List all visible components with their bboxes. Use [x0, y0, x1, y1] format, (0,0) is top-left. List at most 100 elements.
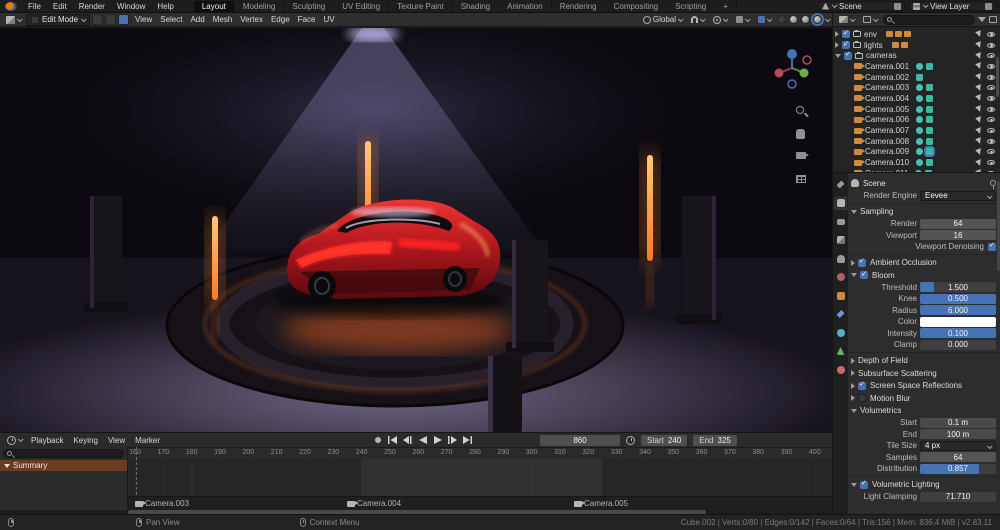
- prev-keyframe-button[interactable]: [402, 435, 413, 446]
- selectable-toggle-icon[interactable]: [975, 115, 983, 124]
- current-frame-field[interactable]: 860: [540, 434, 620, 446]
- visibility-toggle-icon[interactable]: [987, 85, 995, 91]
- camera-row[interactable]: Camera.003: [833, 82, 1000, 93]
- camera-row[interactable]: Camera.008: [833, 136, 1000, 147]
- camera-row[interactable]: Camera.002: [833, 72, 1000, 83]
- workspace-tab[interactable]: Modeling: [235, 0, 285, 12]
- outliner-search-input[interactable]: [883, 14, 975, 25]
- timeline-menu-item[interactable]: View: [104, 436, 129, 445]
- collection-checkbox[interactable]: [842, 40, 850, 50]
- timeline-menu-item[interactable]: Marker: [131, 436, 164, 445]
- light-clamping-field[interactable]: 71.710: [920, 491, 996, 502]
- tab-material[interactable]: [835, 364, 846, 375]
- section-depth-of-field[interactable]: Depth of Field: [851, 355, 996, 368]
- visibility-toggle-icon[interactable]: [987, 63, 995, 69]
- viewport-menu-item[interactable]: Mesh: [209, 15, 237, 24]
- workspace-tab[interactable]: Animation: [499, 0, 552, 12]
- bloom-intensity-slider[interactable]: 0.100: [920, 328, 996, 339]
- outliner-scrollbar[interactable]: [996, 57, 999, 97]
- workspace-tab[interactable]: +: [715, 0, 737, 12]
- section-motion-blur[interactable]: Motion Blur: [851, 392, 996, 405]
- selectable-toggle-icon[interactable]: [975, 148, 983, 156]
- visibility-toggle-icon[interactable]: [987, 117, 995, 123]
- ortho-toggle-icon[interactable]: [796, 175, 810, 189]
- filter-icon[interactable]: [978, 17, 986, 22]
- timeline-menu-item[interactable]: Keying: [69, 436, 101, 445]
- expand-icon[interactable]: [835, 42, 839, 49]
- timeline-marker[interactable]: Camera.003: [135, 499, 189, 508]
- transform-orientation-dropdown[interactable]: Global: [640, 14, 685, 26]
- blender-logo-icon[interactable]: [5, 1, 17, 11]
- selectable-toggle-icon[interactable]: [975, 62, 983, 71]
- workspace-tab[interactable]: Shading: [453, 0, 500, 12]
- visibility-toggle-icon[interactable]: [987, 53, 995, 59]
- vertex-select-button[interactable]: [92, 14, 104, 25]
- scene-selector[interactable]: Scene: [818, 1, 905, 11]
- timeline-marker[interactable]: Camera.005: [574, 499, 628, 508]
- tab-physics[interactable]: [835, 327, 846, 338]
- motion-blur-checkbox[interactable]: [858, 394, 866, 403]
- rendered-shading-button[interactable]: [813, 15, 822, 24]
- tab-view-layer[interactable]: [835, 235, 846, 246]
- frame-start-field[interactable]: Start 240: [641, 434, 688, 446]
- section-volumetric-lighting[interactable]: Volumetric Lighting: [851, 479, 996, 492]
- tab-render[interactable]: [835, 197, 846, 209]
- zoom-tool-icon[interactable]: [796, 106, 810, 120]
- bloom-radius-slider[interactable]: 6.000: [920, 305, 996, 316]
- overlays-dropdown[interactable]: [755, 14, 774, 26]
- camera-row[interactable]: Camera.001: [833, 61, 1000, 72]
- vol-distribution-slider[interactable]: 0.857: [920, 463, 996, 474]
- new-view-layer-icon[interactable]: [985, 2, 992, 10]
- workspace-tab[interactable]: Rendering: [552, 0, 606, 12]
- topbar-menu-item[interactable]: Help: [151, 1, 179, 12]
- viewport-menu-item[interactable]: Select: [156, 15, 186, 24]
- visibility-toggle-icon[interactable]: [987, 128, 995, 134]
- collection-row-lights[interactable]: lights: [833, 40, 1000, 51]
- expand-icon[interactable]: [835, 31, 839, 38]
- section-bloom[interactable]: Bloom: [851, 269, 996, 282]
- topbar-menu-item[interactable]: File: [22, 1, 47, 12]
- vol-tile-dropdown[interactable]: 4 px: [920, 440, 996, 451]
- tab-object[interactable]: [835, 290, 846, 301]
- visibility-toggle-icon[interactable]: [987, 42, 995, 48]
- play-button[interactable]: [432, 435, 443, 446]
- selectable-toggle-icon[interactable]: [975, 137, 983, 146]
- viewport-menu-item[interactable]: Face: [294, 15, 320, 24]
- tab-output[interactable]: [835, 216, 846, 227]
- face-select-button[interactable]: [118, 14, 130, 25]
- tab-scene[interactable]: [835, 253, 846, 264]
- selectable-toggle-icon[interactable]: [975, 73, 983, 81]
- edge-select-button[interactable]: [105, 14, 117, 25]
- dopesheet-keyframe-area[interactable]: [128, 447, 832, 510]
- outliner-editor-type-button[interactable]: [836, 14, 857, 26]
- selectable-toggle-icon[interactable]: [975, 94, 983, 103]
- gizmos-dropdown[interactable]: [733, 14, 752, 26]
- visibility-toggle-icon[interactable]: [987, 74, 995, 80]
- pin-icon[interactable]: [990, 180, 996, 189]
- camera-row[interactable]: Camera.009: [833, 147, 1000, 158]
- new-collection-button[interactable]: [989, 16, 997, 23]
- selectable-toggle-icon[interactable]: [975, 105, 983, 114]
- timeline-menu-item[interactable]: Playback: [27, 436, 67, 445]
- collapse-icon[interactable]: [835, 53, 841, 58]
- collection-row-env[interactable]: env: [833, 29, 1000, 40]
- workspace-tab[interactable]: Scripting: [667, 0, 716, 12]
- vol-start-field[interactable]: 0.1 m: [920, 417, 996, 428]
- workspace-tab[interactable]: Compositing: [606, 0, 668, 12]
- bloom-clamp-slider[interactable]: 0.000: [920, 339, 996, 350]
- navigation-gizmo[interactable]: [770, 46, 814, 90]
- tab-tool[interactable]: [835, 179, 846, 190]
- snapping-toggle[interactable]: [688, 14, 707, 26]
- section-screen-space-reflections[interactable]: Screen Space Reflections: [851, 380, 996, 393]
- camera-row[interactable]: Camera.005: [833, 104, 1000, 115]
- editor-type-button[interactable]: [3, 14, 24, 26]
- denoising-checkbox[interactable]: [988, 241, 996, 251]
- timeline-marker[interactable]: Camera.004: [347, 499, 401, 508]
- bloom-knee-slider[interactable]: 0.500: [920, 293, 996, 304]
- selectable-toggle-icon[interactable]: [975, 51, 983, 60]
- 3d-viewport[interactable]: [0, 28, 832, 432]
- display-mode-dropdown[interactable]: [860, 14, 880, 26]
- sampling-render-field[interactable]: 64: [920, 218, 996, 229]
- render-engine-dropdown[interactable]: Eevee: [920, 190, 996, 201]
- workspace-tab[interactable]: Sculpting: [284, 0, 335, 12]
